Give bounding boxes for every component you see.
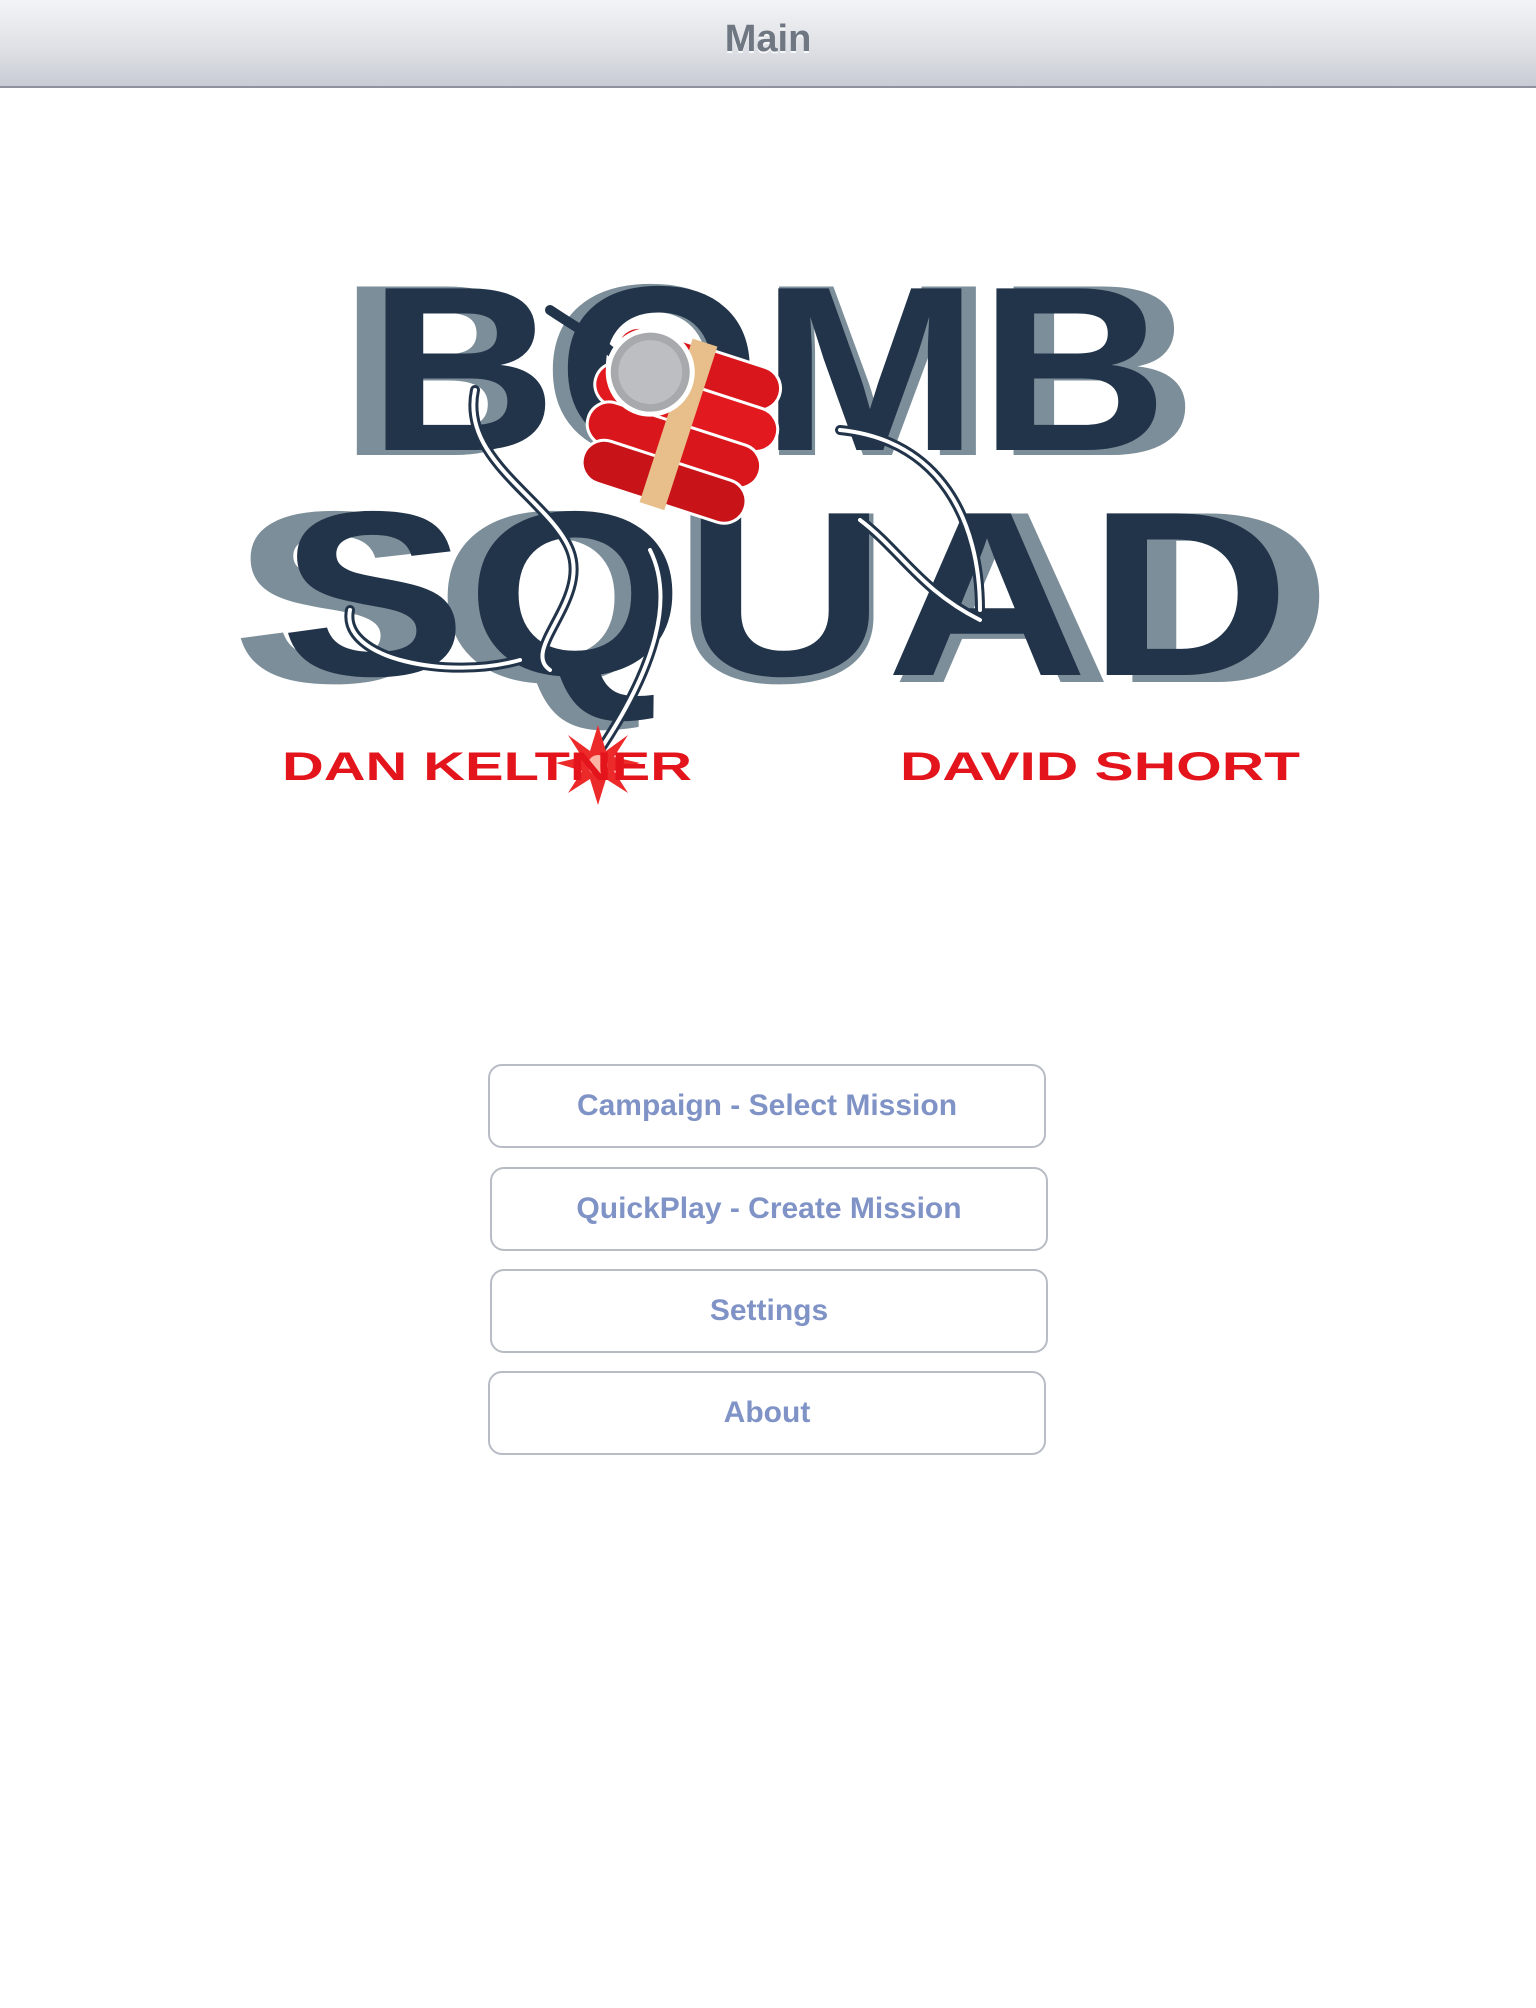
navigation-bar: Main (0, 0, 1536, 88)
settings-button[interactable]: Settings (490, 1269, 1048, 1353)
about-button[interactable]: About (488, 1371, 1046, 1455)
logo-title-squad: SQUAD (280, 462, 1290, 725)
navbar-title: Main (724, 18, 812, 60)
logo-author-left: DAN KELTNER (282, 745, 692, 789)
campaign-select-mission-button[interactable]: Campaign - Select Mission (488, 1064, 1046, 1148)
quickplay-create-mission-button[interactable]: QuickPlay - Create Mission (490, 1167, 1048, 1251)
main-screen: Main BOMB SQUAD BOMB SQUAD (0, 0, 1536, 2008)
logo-author-right: DAVID SHORT (900, 745, 1300, 789)
bomb-squad-logo: BOMB SQUAD BOMB SQUAD (232, 233, 1332, 805)
